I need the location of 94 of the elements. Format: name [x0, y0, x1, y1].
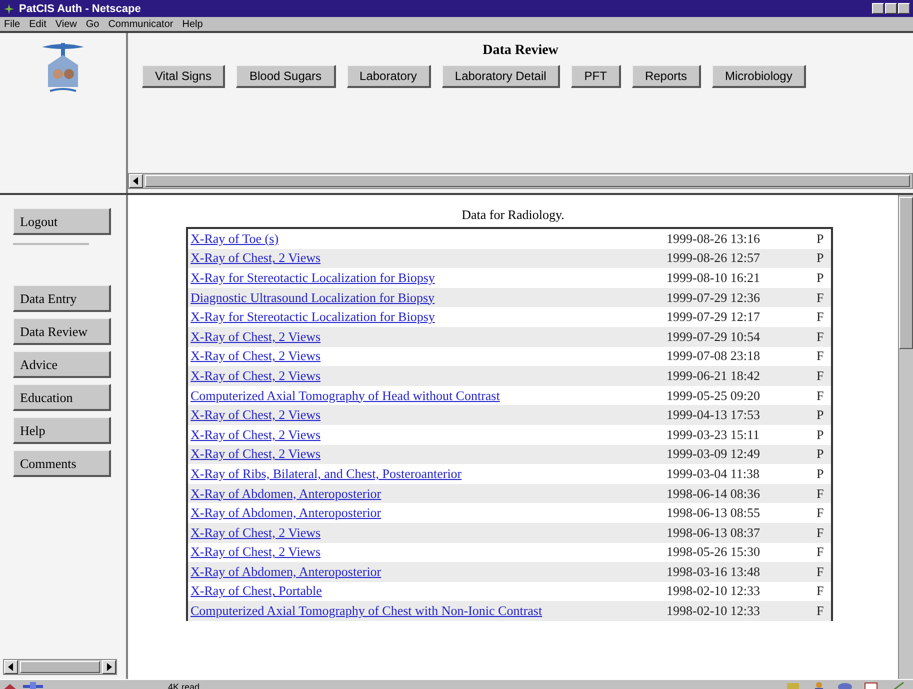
status-cell-text: P	[816, 407, 825, 424]
status-cell-text: F	[816, 524, 825, 541]
status-cell-text: F	[816, 348, 825, 364]
left-arrow-icon[interactable]	[133, 177, 139, 185]
status-cell-text: P	[816, 426, 825, 443]
date-cell-text: 1998-02-10 12:33	[666, 603, 762, 620]
report-link[interactable]: X-Ray of Chest, 2 Views	[190, 250, 321, 266]
nav-button[interactable]: Microbiology	[712, 65, 806, 88]
status-cell-text: F	[816, 583, 825, 600]
status-cell-text: F	[816, 290, 825, 306]
status-cell-text: F	[816, 328, 825, 345]
sidebar-button[interactable]: Data Review	[13, 318, 111, 345]
status-cell-text: F	[816, 544, 825, 560]
left-arrow-icon[interactable]	[8, 663, 14, 671]
report-link[interactable]: X-Ray of Chest, 2 Views	[190, 348, 321, 364]
vertical-scrollbar[interactable]	[898, 195, 913, 679]
window-icon[interactable]	[863, 681, 879, 689]
date-cell-text: 1999-07-08 23:18	[666, 348, 762, 364]
nav-button[interactable]: Blood Sugars	[236, 65, 336, 88]
date-cell-text: 1998-03-16 13:48	[666, 564, 762, 580]
report-link[interactable]: X-Ray of Chest, 2 Views	[190, 544, 321, 560]
sidebar-button[interactable]: Education	[13, 384, 111, 411]
date-cell-text: 1998-06-13 08:55	[666, 505, 762, 522]
date-cell-text: 1999-07-29 12:17	[666, 309, 762, 326]
nav-button[interactable]: Laboratory Detail	[442, 65, 560, 88]
sidebar-button[interactable]: Help	[13, 417, 111, 444]
nav-button[interactable]: Vital Signs	[142, 65, 226, 88]
report-link[interactable]: X-Ray of Chest, 2 Views	[190, 446, 321, 462]
report-link[interactable]: X-Ray of Toe (s)	[190, 230, 279, 246]
window-title: PatCIS Auth - Netscape	[19, 2, 141, 14]
status-cell-text: P	[816, 250, 825, 266]
status-cell-text: F	[816, 564, 825, 580]
date-cell-text: 1999-05-25 09:20	[666, 388, 762, 404]
menu-item[interactable]: View	[55, 18, 77, 30]
status-cell-text: P	[816, 230, 825, 247]
minimize-button[interactable]	[872, 3, 884, 14]
menu-item[interactable]: Edit	[29, 18, 46, 30]
report-link[interactable]: X-Ray of Chest, 2 Views	[190, 407, 321, 422]
menu-item[interactable]: File	[4, 18, 20, 30]
date-cell-text: 1998-05-26 15:30	[666, 544, 762, 560]
report-link[interactable]: X-Ray for Stereotactic Localization for Biopsy	[190, 309, 435, 324]
status-cell-text: F	[816, 309, 825, 326]
status-cell-text: F	[816, 368, 825, 384]
report-link[interactable]: Computerized Axial Tomography of Head without Contrast	[190, 388, 500, 403]
maximize-button[interactable]	[885, 3, 897, 14]
report-link[interactable]: X-Ray for Stereotactic Localization for Biopsy	[190, 270, 435, 285]
sidebar-button[interactable]: Comments	[13, 450, 111, 477]
status-cell-text: P	[816, 466, 825, 482]
date-cell-text: 1998-06-13 08:37	[666, 524, 762, 541]
date-cell-text: 1999-08-26 13:16	[666, 230, 762, 247]
report-link[interactable]: X-Ray of Chest, 2 Views	[190, 426, 321, 442]
date-cell-text: 1999-03-09 12:49	[666, 446, 762, 462]
date-cell-text: 1999-08-26 12:57	[666, 250, 762, 266]
report-link[interactable]: X-Ray of Chest, 2 Views	[190, 524, 321, 540]
nav-button[interactable]: PFT	[571, 65, 621, 88]
date-cell-text: 1999-03-23 15:11	[666, 426, 761, 443]
report-link[interactable]: Computerized Axial Tomography of Chest with Non-Ionic Contrast	[190, 603, 542, 618]
report-link[interactable]: X-Ray of Chest, 2 Views	[190, 368, 321, 383]
date-cell-text: 1999-07-29 10:54	[666, 328, 762, 345]
logout-button[interactable]: Logout	[13, 208, 111, 235]
report-link[interactable]: X-Ray of Ribs, Bilateral, and Chest, Posteroanterior	[190, 466, 462, 481]
status-cell-text: F	[816, 603, 825, 620]
nav-button[interactable]: Reports	[632, 65, 701, 88]
status-cell-text: F	[816, 505, 825, 522]
date-cell-text: 1999-04-13 17:53	[666, 407, 762, 424]
horizontal-scrollbar[interactable]	[3, 659, 117, 675]
date-cell-text: 1999-07-29 12:36	[666, 290, 762, 306]
report-link[interactable]: X-Ray of Chest, Portable	[190, 583, 322, 598]
nav-button[interactable]: Laboratory	[346, 65, 431, 88]
sidebar-button[interactable]: Advice	[13, 351, 111, 378]
horizontal-scrollbar[interactable]	[128, 173, 913, 189]
menu-item[interactable]: Communicator	[108, 18, 174, 30]
status-cell-text: F	[816, 388, 825, 404]
date-cell-text: 1999-03-04 11:38	[666, 466, 761, 482]
date-cell-text: 1999-06-21 18:42	[666, 368, 762, 384]
report-link[interactable]: X-Ray of Abdomen, Anteroposterior	[190, 486, 382, 501]
status-cell-text: F	[816, 486, 825, 502]
section-heading: Data for Radiology.	[462, 207, 564, 223]
report-link[interactable]: X-Ray of Chest, 2 Views	[190, 328, 321, 344]
app-icon	[3, 2, 15, 14]
status-cell-text: P	[816, 270, 825, 286]
page-title: Data Review	[482, 43, 560, 59]
date-cell-text: 1998-06-14 08:36	[666, 486, 762, 502]
menu-item[interactable]: Help	[182, 18, 203, 30]
right-arrow-icon[interactable]	[106, 663, 112, 671]
report-link[interactable]: X-Ray of Abdomen, Anteroposterior	[190, 564, 382, 579]
status-cell-text: P	[816, 446, 825, 462]
report-link[interactable]: X-Ray of Abdomen, Anteroposterior	[190, 505, 382, 520]
menu-item[interactable]: Go	[86, 18, 100, 30]
date-cell-text: 1999-08-10 16:21	[666, 270, 762, 286]
date-cell-text: 1998-02-10 12:33	[666, 583, 762, 600]
sidebar-button[interactable]: Data Entry	[13, 285, 111, 312]
report-link[interactable]: Diagnostic Ultrasound Localization for Biopsy	[190, 290, 435, 305]
close-button[interactable]	[898, 3, 910, 14]
